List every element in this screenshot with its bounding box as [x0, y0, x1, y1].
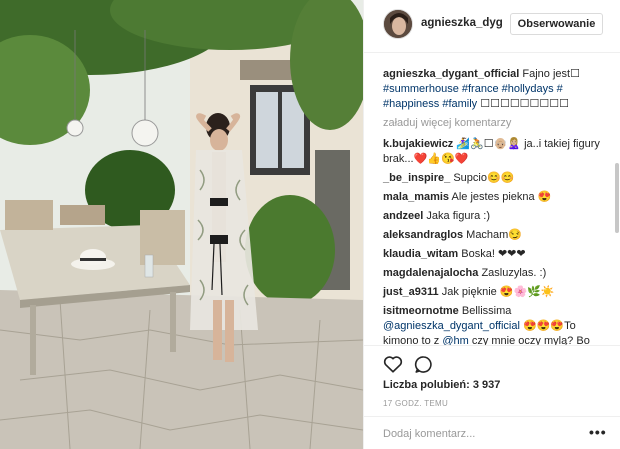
post-photo[interactable] — [0, 0, 363, 449]
likes-count[interactable]: Liczba polubień: 3 937 — [383, 379, 500, 391]
caption: agnieszka_dygant_official Fajno jest☐ #s… — [383, 67, 605, 112]
comments-scrollbar[interactable] — [615, 163, 619, 233]
post-side-panel: agnieszka_dyg Obserwowanie agnieszka_dyg… — [363, 0, 620, 449]
comment-username[interactable]: k.bujakiewicz — [383, 138, 453, 150]
post-timestamp[interactable]: 17 GODZ. TEMU — [383, 399, 448, 408]
add-comment-input[interactable] — [383, 426, 573, 442]
comment-text: Bellissima — [461, 305, 512, 317]
comment-username[interactable]: aleksandraglos — [383, 229, 463, 241]
comment-username[interactable]: klaudia_witam — [383, 248, 458, 260]
comment: magdalenajalocha Zasluzylas. :) — [383, 266, 605, 281]
comment-mention[interactable]: @hm — [442, 335, 468, 345]
heart-icon[interactable] — [383, 355, 403, 373]
comments-list[interactable]: agnieszka_dygant_official Fajno jest☐ #s… — [364, 53, 620, 345]
comment: k.bujakiewicz 🏄‍♀️🚴☐👴🏼🙎🏼‍♀️ ja..i takiej… — [383, 137, 605, 167]
comment: just_a9311 Jak pięknie 😍🌸🌿☀️ — [383, 285, 605, 300]
post-image — [0, 0, 363, 449]
comment-text: Zasluzylas. :) — [481, 267, 547, 279]
comment-username[interactable]: mala_mamis — [383, 191, 449, 203]
comment: _be_inspire_ Supcio😊😊 — [383, 171, 605, 186]
comment-username[interactable]: _be_inspire_ — [383, 172, 450, 184]
comment-text: Ale jestes piekna 😍 — [451, 191, 552, 203]
avatar[interactable] — [383, 9, 413, 39]
comment-username[interactable]: andzeel — [383, 210, 423, 222]
comment-username[interactable]: magdalenajalocha — [383, 267, 478, 279]
comment-text: Jak pięknie 😍🌸🌿☀️ — [441, 286, 555, 298]
avatar-image — [384, 10, 412, 38]
comment-username[interactable]: just_a9311 — [383, 286, 439, 298]
comment-text: Jaka figura :) — [426, 210, 491, 222]
comment-username[interactable]: isitmeornotme — [383, 305, 459, 317]
comment: isitmeornotme Bellissima @agnieszka_dyga… — [383, 304, 605, 345]
follow-button[interactable]: Obserwowanie — [510, 13, 603, 35]
caption-tail: ☐☐☐☐☐☐☐☐☐ — [480, 98, 569, 110]
comment: andzeel Jaka figura :) — [383, 209, 605, 224]
header-username[interactable]: agnieszka_dyg — [421, 17, 503, 29]
more-options-icon[interactable]: ••• — [589, 424, 607, 440]
comment-icon[interactable] — [414, 355, 433, 374]
caption-text: Fajno jest☐ — [522, 68, 580, 80]
post-actions: Liczba polubień: 3 937 17 GODZ. TEMU — [364, 345, 620, 408]
add-comment-bar: ••• — [364, 416, 620, 449]
comment-text: Boska! ❤❤❤ — [461, 248, 526, 260]
comment-text: Supcio😊😊 — [453, 172, 515, 184]
comment-mention[interactable]: @agnieszka_dygant_official — [383, 320, 520, 332]
comment: mala_mamis Ale jestes piekna 😍 — [383, 190, 605, 205]
caption-username[interactable]: agnieszka_dygant_official — [383, 68, 519, 80]
comment: klaudia_witam Boska! ❤❤❤ — [383, 247, 605, 262]
post-header: agnieszka_dyg Obserwowanie — [364, 0, 620, 53]
comment: aleksandraglos Macham😏 — [383, 228, 605, 243]
comment-text: Macham😏 — [466, 229, 523, 241]
load-more-comments-link[interactable]: załaduj więcej komentarzy — [383, 116, 605, 131]
